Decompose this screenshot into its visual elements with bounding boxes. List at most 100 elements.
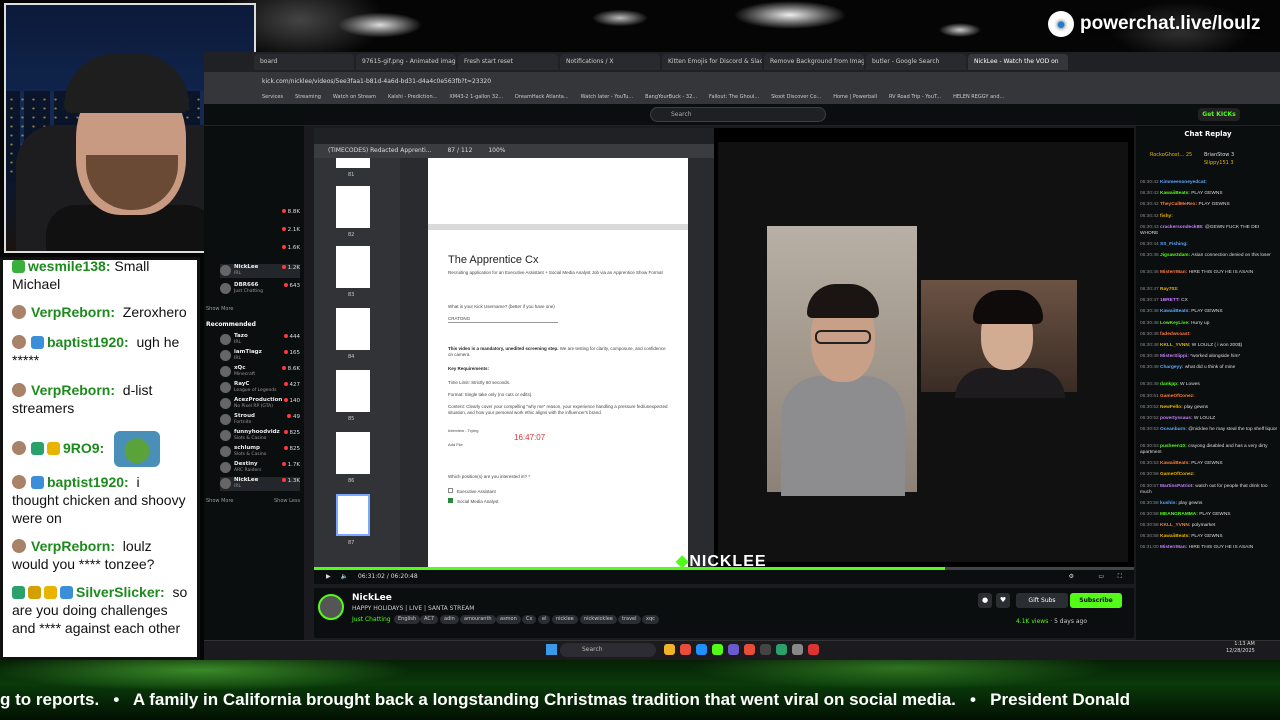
message-user[interactable]: Chargeyy: <box>1160 365 1183 370</box>
message-user[interactable]: SS_Fishing: <box>1160 242 1188 247</box>
bookmark[interactable]: Streaming <box>295 94 321 100</box>
app-icon[interactable] <box>696 644 707 655</box>
windows-start-icon[interactable] <box>546 644 557 655</box>
bookmark[interactable]: Services <box>262 94 283 100</box>
sidebar-channel-nicklee[interactable]: NickLee IRL 1.3K <box>220 477 300 491</box>
page-thumbnail[interactable] <box>336 186 370 228</box>
stream-tag[interactable]: adin <box>440 615 459 624</box>
stream-tag[interactable]: AC7 <box>420 615 439 624</box>
message-user[interactable]: GameOfConez: <box>1160 472 1195 477</box>
sidebar-channel[interactable]: Stroud Fortnite 49 <box>220 413 300 427</box>
add-file-button[interactable]: Add File <box>448 442 488 448</box>
message-user[interactable]: GameOfConez: <box>1160 394 1195 399</box>
checkbox-checked[interactable] <box>448 498 453 503</box>
stream-tag[interactable]: English <box>394 615 421 624</box>
bookmark[interactable]: XM43-2 1-gallon 32... <box>449 94 503 100</box>
app-icon[interactable] <box>776 644 787 655</box>
page-thumbnail-selected[interactable] <box>336 494 370 536</box>
show-more-link[interactable]: Show More <box>206 306 233 312</box>
checkbox[interactable] <box>448 488 453 493</box>
message-user[interactable]: LowKeyLive: <box>1160 321 1190 326</box>
sidebar-channel[interactable]: 2.1K <box>220 226 300 240</box>
sidebar-channel[interactable]: AcezProduction No Pixel RP (GTA) 140 <box>220 397 300 411</box>
gift-subs-button[interactable]: Gift Subs <box>1016 593 1068 608</box>
taskbar-clock[interactable]: 1:13 AM 12/28/2025 <box>1226 641 1255 655</box>
bookmark[interactable]: HELEN REGGY and... <box>953 94 1004 100</box>
page-thumbnail[interactable] <box>336 308 370 350</box>
browser-tab[interactable]: butler - Google Search <box>866 54 966 70</box>
sidebar-channel[interactable]: 8.8K <box>220 208 300 222</box>
search-input[interactable]: Search <box>650 107 826 122</box>
page-thumbnail[interactable] <box>336 370 370 412</box>
browser-tab[interactable]: board <box>254 54 354 70</box>
message-user[interactable]: MisterSlippi: <box>1160 354 1189 359</box>
message-user[interactable]: crackersondeck88: <box>1160 225 1203 230</box>
app-icon[interactable] <box>792 644 803 655</box>
show-more-link[interactable]: Show More <box>206 498 233 504</box>
heart-icon[interactable]: ♥ <box>996 593 1010 608</box>
message-user[interactable]: TheyCallMeRex: <box>1160 202 1197 207</box>
sidebar-channel[interactable]: DBR666 Just Chatting 643 <box>220 282 300 296</box>
stream-tag[interactable]: el <box>538 615 551 624</box>
sidebar-channel[interactable]: 1.6K <box>220 244 300 258</box>
browser-tab[interactable]: Kitten Emojis for Discord & Slack <box>662 54 762 70</box>
page-thumbnail[interactable] <box>336 246 370 288</box>
taskbar-search[interactable]: Search <box>560 643 656 657</box>
message-user[interactable]: MisterrMan: <box>1160 270 1187 275</box>
message-user[interactable]: pusheen10: <box>1160 444 1187 449</box>
message-user[interactable]: Oceanburn: <box>1160 427 1187 432</box>
stream-tag[interactable]: Cx <box>522 615 537 624</box>
bookmark[interactable]: Kalshi - Prediction... <box>388 94 437 100</box>
brave-icon[interactable] <box>680 644 691 655</box>
message-user[interactable]: 1BRETT: <box>1160 298 1180 303</box>
stream-tag[interactable]: xqc <box>642 615 659 624</box>
message-user[interactable]: KawaiiBeats: <box>1160 461 1190 466</box>
browser-tab[interactable]: 97615-gif.png - Animated image <box>356 54 456 70</box>
stream-tag[interactable]: asmon <box>496 615 521 624</box>
attached-file[interactable]: Interview - Trying <box>448 428 498 434</box>
obs-icon[interactable] <box>744 644 755 655</box>
page-thumbnail[interactable] <box>336 158 370 168</box>
sidebar-channel[interactable]: Tazo IRL 444 <box>220 333 300 347</box>
bookmark[interactable]: BangYourBuck - 32... <box>645 94 697 100</box>
bookmark[interactable]: RV Road Trip - YouT... <box>889 94 941 100</box>
message-user[interactable]: kushin: <box>1160 501 1177 506</box>
show-less-link[interactable]: Show Less <box>274 498 300 504</box>
sidebar-channel[interactable]: schlump Slots & Casino 825 <box>220 445 300 459</box>
bookmark[interactable]: DreamHack Atlanta... <box>515 94 569 100</box>
browser-tab[interactable]: Fresh start reset <box>458 54 558 70</box>
browser-tab[interactable]: Notifications / X <box>560 54 660 70</box>
bell-icon[interactable]: ● <box>978 593 992 608</box>
message-user[interactable]: MartinsPatriot: <box>1160 484 1194 489</box>
message-user[interactable]: MisterrMan: <box>1160 545 1187 550</box>
stream-category[interactable]: Just Chatting <box>352 616 391 623</box>
message-user[interactable]: Kimmeesoneyedcat: <box>1160 180 1207 185</box>
app-icon[interactable] <box>808 644 819 655</box>
bookmark[interactable]: Fallout: The Ghoul... <box>709 94 759 100</box>
discord-icon[interactable] <box>728 644 739 655</box>
option-social-media-analyst[interactable]: Social Media Analyst <box>448 498 668 505</box>
stream-tag[interactable]: amouranth <box>460 615 496 624</box>
message-user[interactable]: KKLL_YVNN: <box>1160 523 1190 528</box>
sidebar-channel[interactable]: funnyhoodvidz Slots & Casino 825 <box>220 429 300 443</box>
browser-tab[interactable]: Remove Background from Image <box>764 54 864 70</box>
bookmark[interactable]: Watch later - YouTu... <box>581 94 634 100</box>
kick-icon[interactable] <box>712 644 723 655</box>
message-user[interactable]: KawaiiBeats: <box>1160 309 1190 314</box>
message-user[interactable]: MEANGRAMMA: <box>1160 512 1198 517</box>
channel-name[interactable]: NickLee <box>352 593 392 603</box>
message-user[interactable]: dankpp: <box>1160 382 1179 387</box>
file-explorer-icon[interactable] <box>664 644 675 655</box>
play-icon[interactable]: ▶ <box>326 573 331 580</box>
sidebar-channel[interactable]: RayC League of Legends 427 <box>220 381 300 395</box>
message-user[interactable]: Jigsaw3dam: <box>1160 253 1190 258</box>
message-user[interactable]: fadedwcoast: <box>1160 332 1191 337</box>
subscribe-button[interactable]: Subscribe <box>1070 593 1122 608</box>
page-thumbnail[interactable] <box>336 432 370 474</box>
message-user[interactable]: KawaiiBeats: <box>1160 191 1190 196</box>
zoom-level[interactable]: 100% <box>488 147 505 154</box>
stream-tag[interactable]: travel <box>618 615 641 624</box>
option-executive-assistant[interactable]: Executive Assistant <box>448 488 668 495</box>
sidebar-channel[interactable]: iamTiagz IRL 165 <box>220 349 300 363</box>
sidebar-channel[interactable]: Destiny ARC Raiders 1.7K <box>220 461 300 475</box>
